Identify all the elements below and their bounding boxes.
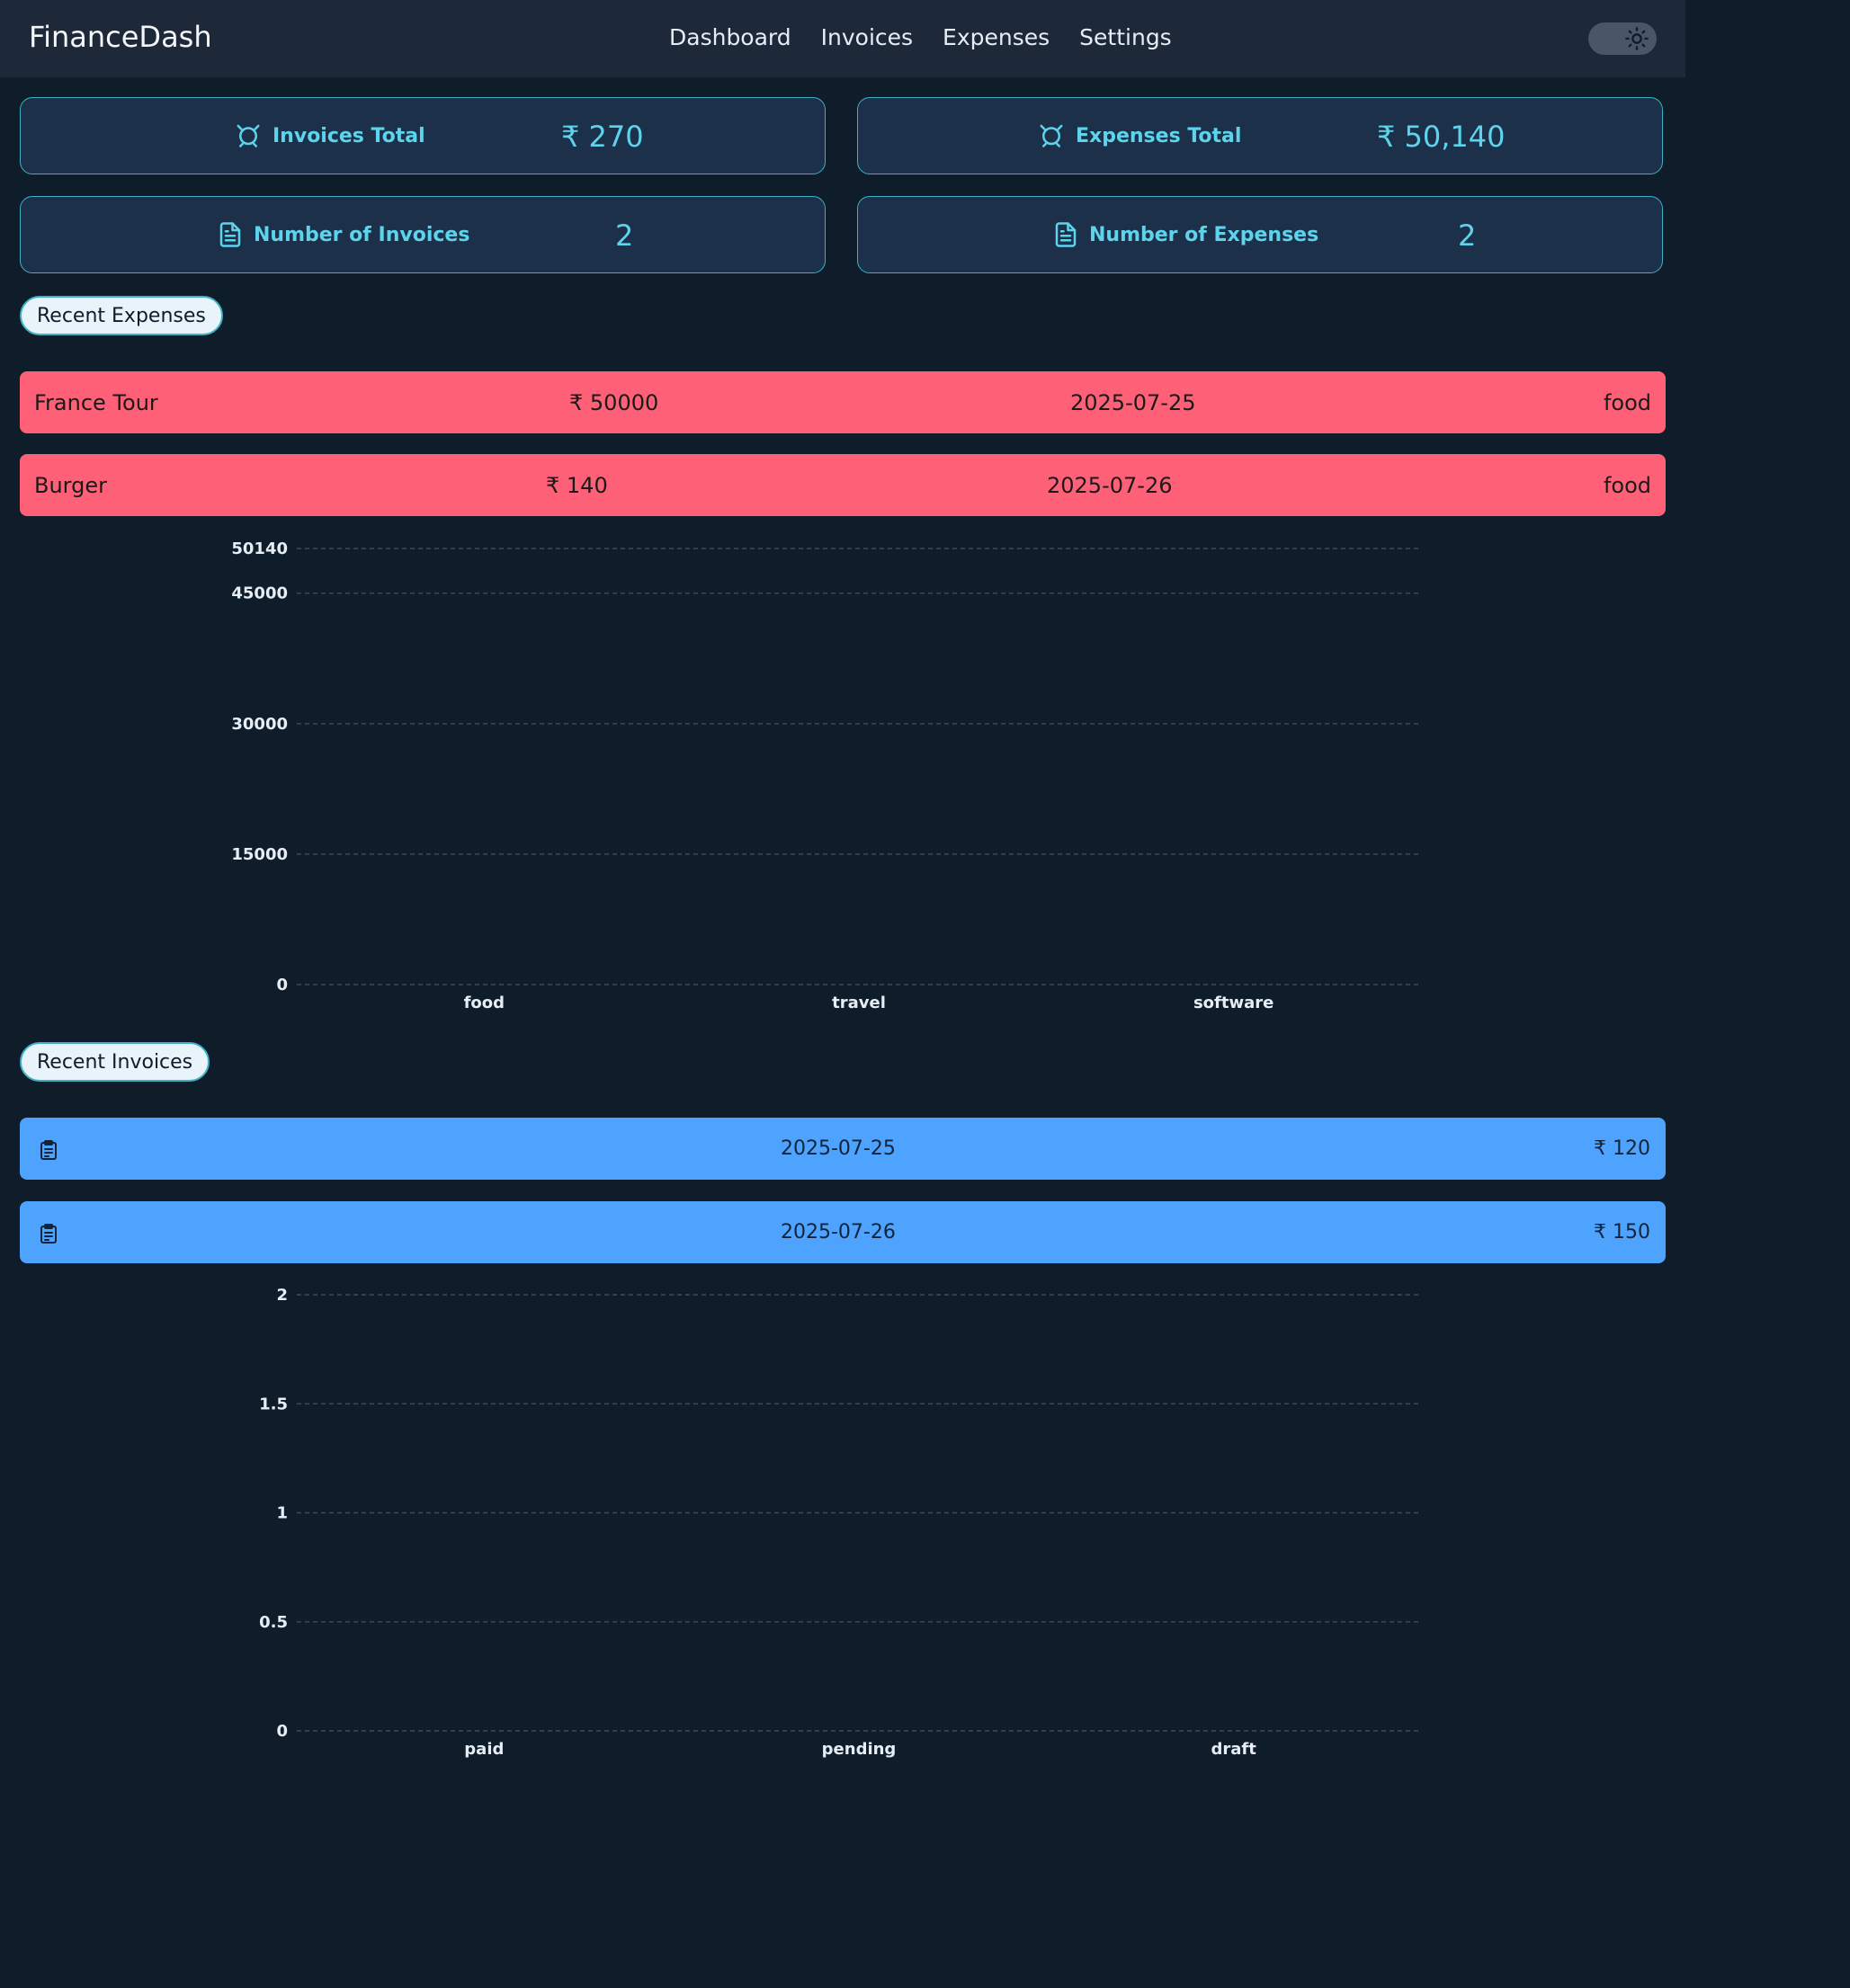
document-icon [1055, 222, 1077, 247]
top-nav-bar: FinanceDash Dashboard Invoices Expenses … [0, 0, 1685, 77]
y-tick-label: 1.5 [259, 1395, 288, 1413]
recent-expenses-heading[interactable]: Recent Expenses [20, 296, 223, 335]
x-tick-label: food [464, 994, 505, 1012]
x-tick-label: travel [832, 994, 886, 1012]
nav-dashboard[interactable]: Dashboard [669, 24, 791, 50]
alarm-icon [1040, 124, 1063, 147]
invoice-date: 2025-07-25 [781, 1137, 896, 1160]
expense-name: Burger [34, 473, 107, 498]
expense-name: France Tour [34, 390, 158, 415]
card-value: ₹ 270 [561, 120, 644, 154]
expense-date: 2025-07-25 [1070, 390, 1196, 415]
card-label: Number of Invoices [254, 224, 470, 246]
expense-row[interactable]: France Tour ₹ 50000 2025-07-25 food [20, 371, 1666, 433]
invoice-amount: ₹ 120 [1594, 1137, 1650, 1160]
card-label: Number of Expenses [1089, 224, 1319, 246]
y-tick-label: 45000 [231, 584, 288, 603]
y-tick-label: 1 [276, 1504, 288, 1523]
brand-logo[interactable]: FinanceDash [29, 20, 212, 54]
theme-toggle[interactable] [1588, 22, 1657, 55]
y-tick-label: 0 [276, 976, 288, 994]
y-tick-label: 0.5 [259, 1613, 288, 1632]
invoices-by-status-chart: 0 0.5 1 1.5 2 paid pending draft [259, 1286, 1421, 1759]
invoice-row[interactable]: 2025-07-25 ₹ 120 [20, 1118, 1666, 1180]
x-tick-label: pending [822, 1740, 897, 1759]
expense-category: food [1603, 473, 1651, 498]
sun-icon [1625, 27, 1649, 50]
y-tick-label: 50140 [231, 539, 288, 558]
card-value: 2 [615, 218, 634, 253]
nav-expenses[interactable]: Expenses [943, 24, 1050, 50]
clipboard-icon [40, 1140, 57, 1160]
expense-amount: ₹ 140 [546, 473, 608, 498]
alarm-icon [237, 124, 260, 147]
card-value: 2 [1458, 218, 1477, 253]
number-of-invoices-card: Number of Invoices 2 [20, 196, 826, 273]
invoice-amount: ₹ 150 [1594, 1221, 1650, 1244]
expense-category: food [1603, 390, 1651, 415]
x-tick-label: software [1193, 994, 1274, 1012]
invoice-row[interactable]: 2025-07-26 ₹ 150 [20, 1201, 1666, 1263]
nav-settings[interactable]: Settings [1079, 24, 1172, 50]
nav-invoices[interactable]: Invoices [821, 24, 913, 50]
card-label: Expenses Total [1076, 125, 1242, 147]
expense-amount: ₹ 50000 [569, 390, 659, 415]
y-tick-label: 2 [276, 1286, 288, 1305]
x-tick-label: draft [1211, 1740, 1256, 1759]
expenses-total-card: Expenses Total ₹ 50,140 [857, 97, 1663, 174]
y-tick-label: 15000 [231, 845, 288, 864]
y-tick-label: 0 [276, 1722, 288, 1741]
clipboard-icon [40, 1224, 57, 1244]
expense-row[interactable]: Burger ₹ 140 2025-07-26 food [20, 454, 1666, 516]
y-tick-label: 30000 [231, 715, 288, 734]
expenses-by-category-chart: 0 15000 30000 45000 50140 food travel software [231, 539, 1421, 1012]
card-label: Invoices Total [273, 125, 425, 147]
x-tick-label: paid [464, 1740, 504, 1759]
main-nav: Dashboard Invoices Expenses Settings [669, 24, 1202, 50]
card-value: ₹ 50,140 [1377, 120, 1506, 154]
invoices-total-card: Invoices Total ₹ 270 [20, 97, 826, 174]
invoice-date: 2025-07-26 [781, 1221, 896, 1244]
number-of-expenses-card: Number of Expenses 2 [857, 196, 1663, 273]
recent-invoices-heading[interactable]: Recent Invoices [20, 1042, 210, 1082]
expense-date: 2025-07-26 [1047, 473, 1173, 498]
document-icon [219, 222, 241, 247]
